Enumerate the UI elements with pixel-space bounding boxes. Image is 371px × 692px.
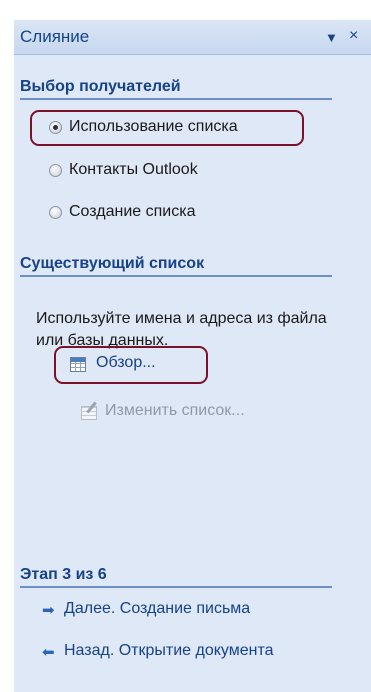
next-step-link[interactable]: ➡ Далее. Создание письма: [42, 600, 250, 622]
radio-button[interactable]: [49, 164, 62, 177]
radio-button[interactable]: [49, 206, 62, 219]
previous-step-label: Назад. Открытие документа: [64, 642, 274, 659]
mail-merge-pane: Слияние ▼ × Выбор получателей Использова…: [14, 20, 371, 692]
pane-title-bar: Слияние ▼ ×: [14, 20, 371, 55]
radio-label: Использование списка: [69, 118, 238, 135]
previous-step-link[interactable]: ⬅ Назад. Открытие документа: [42, 642, 274, 664]
arrow-left-icon: ⬅: [42, 644, 55, 661]
browse-link[interactable]: Обзор...: [70, 354, 156, 376]
edit-list-label: Изменить список...: [105, 402, 245, 419]
section-heading-recipients: Выбор получателей: [20, 78, 332, 100]
edit-list-link: Изменить список...: [81, 402, 245, 424]
step-indicator: Этап 3 из 6: [20, 566, 332, 588]
pane-menu-button[interactable]: ▼: [325, 30, 338, 45]
radio-button-checked[interactable]: [49, 121, 62, 134]
arrow-right-icon: ➡: [42, 602, 55, 619]
browse-label: Обзор...: [96, 354, 156, 371]
close-icon[interactable]: ×: [349, 27, 358, 45]
radio-label: Создание списка: [69, 203, 196, 220]
pane-title: Слияние: [20, 27, 90, 46]
table-icon: [70, 357, 86, 372]
radio-label: Контакты Outlook: [69, 161, 198, 178]
section-heading-existing-list: Существующий список: [20, 255, 332, 277]
edit-list-icon: [81, 406, 97, 420]
next-step-label: Далее. Создание письма: [64, 600, 251, 617]
